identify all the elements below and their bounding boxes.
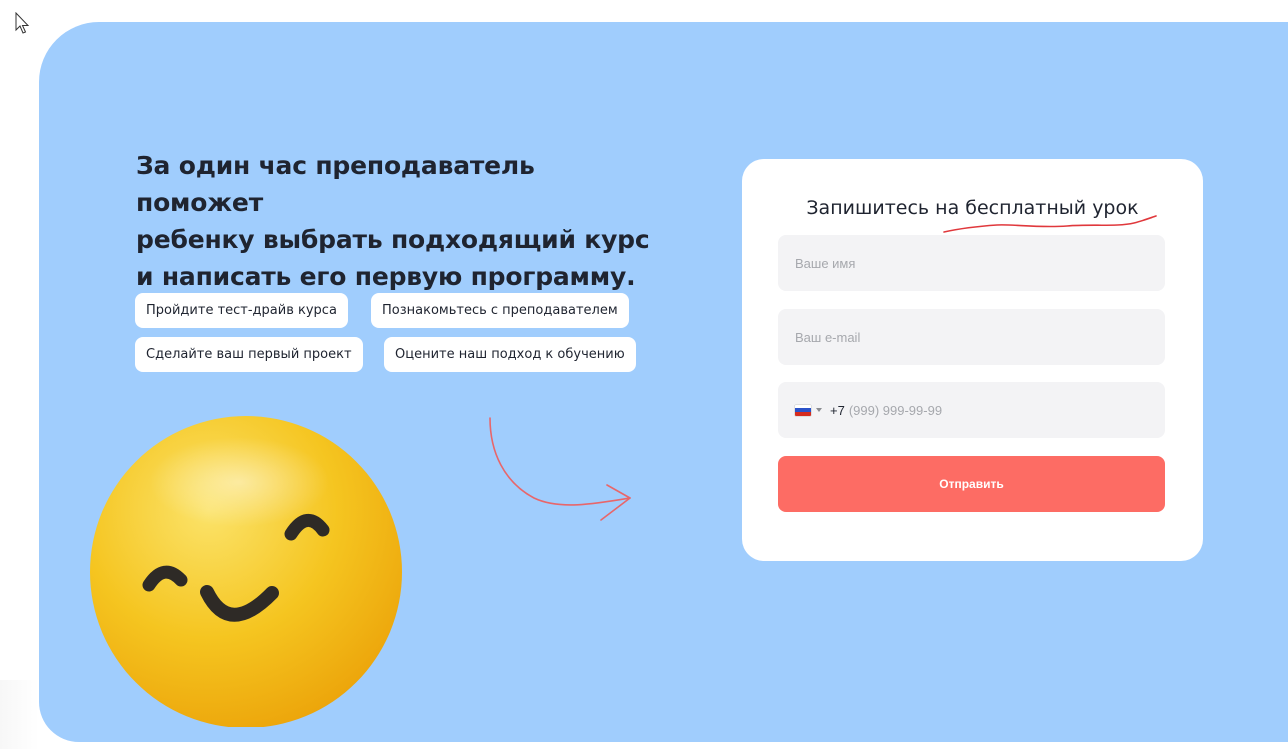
headline-line-3: и написать его первую программу. — [136, 262, 636, 291]
cursor-icon — [15, 12, 30, 34]
page-edge-shade — [0, 680, 39, 749]
chip-meet-teacher: Познакомьтесь с преподавателем — [371, 293, 629, 328]
headline-line-2: ребенку выбрать подходящий курс — [136, 225, 650, 254]
phone-field[interactable]: +7 — [778, 382, 1165, 438]
russia-flag-icon[interactable] — [795, 404, 811, 416]
curved-arrow-icon — [489, 417, 631, 521]
phone-input[interactable] — [848, 402, 1099, 418]
chevron-down-icon[interactable] — [816, 408, 822, 412]
name-input[interactable] — [778, 235, 1165, 291]
hero-panel: За один час преподаватель поможет ребенк… — [39, 22, 1288, 742]
chip-first-project: Сделайте ваш первый проект — [135, 337, 363, 372]
title-underline-scribble — [943, 215, 1157, 233]
headline-line-1: За один час преподаватель поможет — [136, 151, 535, 217]
hero-headline: За один час преподаватель поможет ребенк… — [136, 147, 656, 295]
smiley-emoji — [90, 416, 402, 727]
signup-form-card: Запишитесь на бесплатный урок +7 Отправи… — [742, 159, 1203, 561]
chip-test-drive: Пройдите тест-драйв курса — [135, 293, 348, 328]
chip-evaluate-approach: Оцените наш подход к обучению — [384, 337, 636, 372]
phone-country-code: +7 — [830, 402, 845, 418]
email-input[interactable] — [778, 309, 1165, 365]
submit-button[interactable]: Отправить — [778, 456, 1165, 512]
